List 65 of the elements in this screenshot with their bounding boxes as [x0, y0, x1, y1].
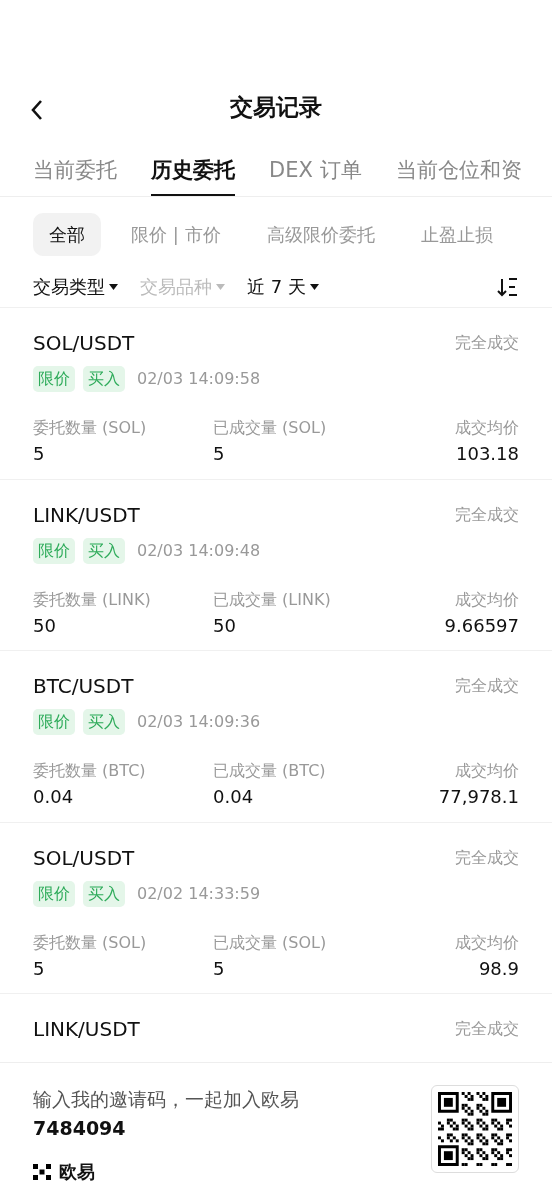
dropdown-button[interactable]: 交易类型	[33, 273, 118, 300]
field-label: 已成交量 (SOL)	[213, 417, 328, 439]
field-label: 委托数量 (BTC)	[33, 760, 147, 782]
field-label: 委托数量 (LINK)	[33, 588, 152, 611]
order-status: 完全成交	[455, 675, 519, 697]
field-value: 0.04	[213, 785, 255, 809]
field-label: 已成交量 (SOL)	[213, 931, 328, 954]
logo-icon	[33, 1163, 51, 1180]
field-label: 成交均价	[454, 760, 519, 782]
field-value: 77,978.1	[437, 785, 519, 809]
field-value: 0.04	[33, 785, 75, 809]
order-tag: 买入	[83, 537, 125, 564]
order-status: 完全成交	[455, 1018, 519, 1040]
order-tag: 限价	[33, 366, 75, 392]
sort-icon[interactable]	[497, 275, 519, 298]
order-status: 完全成交	[455, 846, 519, 869]
tab[interactable]: 当前委托	[33, 139, 117, 196]
filter-chip[interactable]: 全部	[33, 213, 101, 256]
field-label: 已成交量 (BTC)	[213, 760, 327, 782]
field-label: 委托数量 (SOL)	[33, 931, 148, 954]
tab[interactable]: DEX 订单	[269, 139, 362, 196]
field-value: 5	[33, 956, 46, 981]
tab[interactable]: 当前仓位和资	[395, 139, 522, 196]
order-time: 02/03 14:09:48	[137, 539, 261, 562]
order-time: 02/02 14:33:59	[137, 882, 261, 905]
order-tag: 限价	[33, 537, 75, 564]
caret-icon	[109, 283, 118, 290]
field-label: 委托数量 (SOL)	[33, 417, 148, 439]
field-value: 5	[213, 442, 226, 466]
field-value: 5	[33, 442, 46, 466]
brand-name: 欧易	[59, 1160, 95, 1184]
order-tag: 买入	[83, 880, 125, 907]
filter-chip[interactable]: 高级限价委托	[250, 213, 391, 256]
pair-name: LINK/USDT	[33, 501, 140, 529]
pair-name: LINK/USDT	[33, 1016, 140, 1043]
field-label: 成交均价	[454, 417, 519, 439]
invite-code: 7484094	[33, 1115, 127, 1141]
field-value: 103.18	[455, 442, 519, 466]
caret-icon	[309, 283, 319, 290]
order-status: 完全成交	[455, 503, 519, 526]
page-title: 交易记录	[230, 92, 322, 122]
pair-name: SOL/USDT	[33, 844, 135, 872]
field-label: 成交均价	[454, 931, 519, 954]
pair-name: SOL/USDT	[33, 330, 135, 357]
order-tag: 买入	[83, 709, 125, 735]
filter-chip[interactable]: 限价 | 市价	[115, 213, 237, 256]
field-label: 已成交量 (LINK)	[213, 588, 332, 611]
invite-text: 输入我的邀请码，一起加入欧易	[33, 1087, 299, 1112]
caret-icon	[216, 283, 225, 290]
order-tag: 限价	[33, 880, 75, 907]
order-tag: 限价	[33, 709, 75, 735]
field-value: 5	[213, 956, 226, 981]
field-value: 50	[33, 613, 57, 638]
dropdown-button[interactable]: 近 7 天	[247, 273, 319, 300]
filter-chip[interactable]: 止盈止损	[404, 213, 509, 256]
field-label: 成交均价	[454, 588, 519, 611]
order-time: 02/03 14:09:58	[137, 368, 261, 390]
order-time: 02/03 14:09:36	[137, 711, 261, 733]
tab[interactable]: 历史委托	[151, 139, 235, 196]
pair-name: BTC/USDT	[33, 673, 134, 700]
order-tag: 买入	[83, 366, 125, 392]
field-value: 50	[213, 613, 237, 638]
field-value: 9.66597	[443, 613, 519, 638]
order-status: 完全成交	[455, 332, 519, 354]
field-value: 98.9	[477, 956, 519, 981]
